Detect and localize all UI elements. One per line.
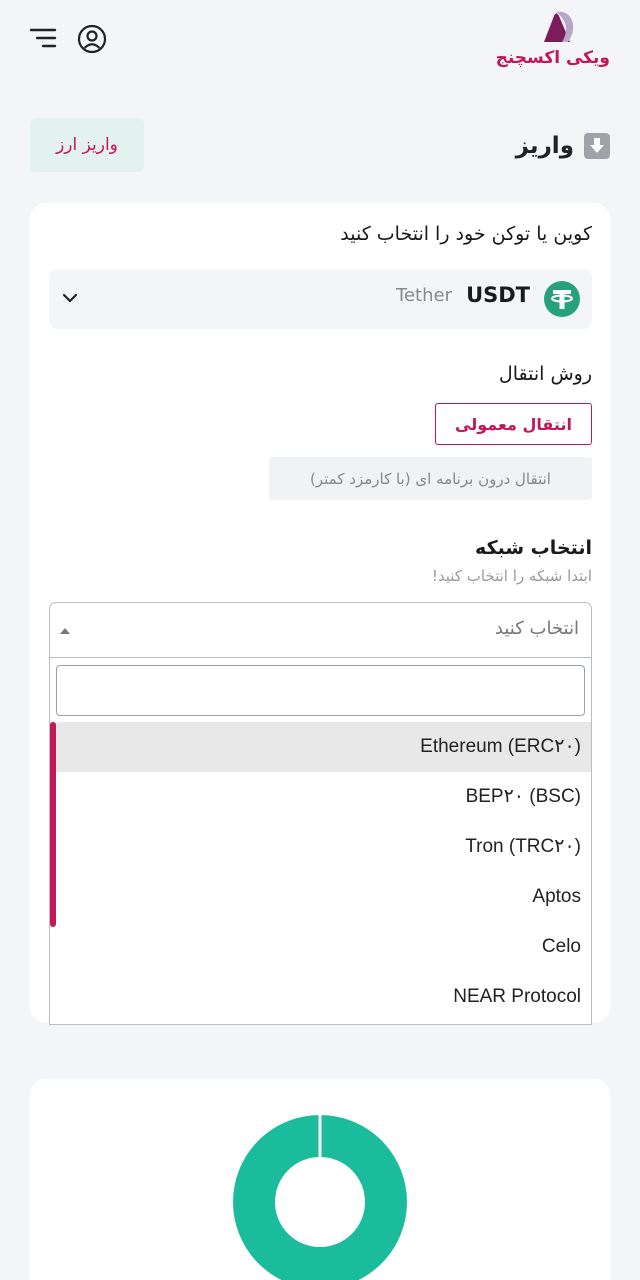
dropdown-scrollbar[interactable] bbox=[50, 722, 56, 927]
network-placeholder: انتخاب کنید bbox=[494, 618, 579, 639]
chevron-down-icon bbox=[62, 293, 78, 303]
network-option-tron[interactable]: Tron (TRC۲۰) bbox=[50, 822, 591, 872]
coin-symbol: USDT bbox=[466, 283, 530, 307]
method-label: روش انتقال bbox=[498, 363, 592, 385]
page-title-text: واریز bbox=[515, 133, 574, 159]
network-hint: ابتدا شبکه را انتخاب کنید! bbox=[431, 567, 592, 585]
coin-name: Tether bbox=[396, 285, 452, 306]
logo-mark-icon bbox=[544, 11, 574, 42]
coin-label: کوین یا توکن خود را انتخاب کنید bbox=[340, 223, 592, 245]
network-dropdown: Ethereum (ERC۲۰) BEP۲۰ (BSC) Tron (TRC۲۰… bbox=[49, 658, 592, 1025]
network-select[interactable]: انتخاب کنید bbox=[49, 602, 592, 658]
caret-up-icon bbox=[60, 628, 70, 634]
network-option-bep20[interactable]: BEP۲۰ (BSC) bbox=[50, 772, 591, 822]
network-option-ethereum[interactable]: Ethereum (ERC۲۰) bbox=[50, 722, 591, 772]
tether-icon bbox=[544, 281, 580, 317]
method-normal-button[interactable]: انتقال معمولی bbox=[435, 403, 592, 445]
deposit-crypto-button[interactable]: واریز ارز bbox=[30, 118, 144, 172]
logo-text: ویکی اکسچنج bbox=[495, 48, 610, 68]
donut-chart bbox=[233, 1115, 407, 1280]
network-options-list: Ethereum (ERC۲۰) BEP۲۰ (BSC) Tron (TRC۲۰… bbox=[50, 722, 591, 1022]
deposit-form-card: کوین یا توکن خود را انتخاب کنید Tether U… bbox=[30, 203, 610, 1025]
coin-select[interactable]: Tether USDT bbox=[49, 269, 592, 329]
network-option-aptos[interactable]: Aptos bbox=[50, 872, 591, 922]
user-icon[interactable] bbox=[77, 24, 107, 54]
download-icon bbox=[584, 133, 610, 159]
logo[interactable]: ویکی اکسچنج bbox=[496, 10, 610, 72]
method-in-app-button[interactable]: انتقال درون برنامه ای (با کارمزد کمتر) bbox=[269, 457, 592, 500]
top-bar: ویکی اکسچنج bbox=[0, 0, 640, 80]
page-title: واریز bbox=[516, 130, 610, 162]
summary-card bbox=[30, 1079, 610, 1280]
network-search-input[interactable] bbox=[56, 665, 585, 716]
menu-icon[interactable] bbox=[28, 26, 58, 50]
network-label: انتخاب شبکه bbox=[475, 537, 592, 559]
network-option-near[interactable]: NEAR Protocol bbox=[50, 972, 591, 1022]
network-option-celo[interactable]: Celo bbox=[50, 922, 591, 972]
